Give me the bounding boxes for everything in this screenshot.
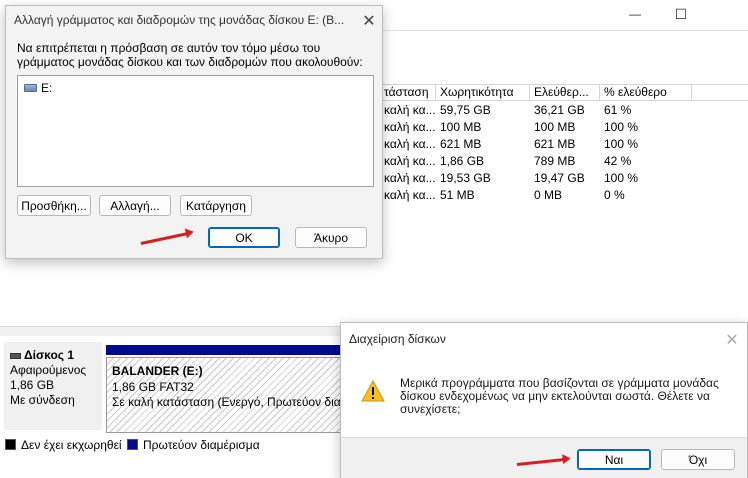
minimize-button[interactable]: — — [612, 0, 658, 28]
primary-partition-bar — [106, 345, 342, 355]
remove-button[interactable]: Κατάργηση — [180, 195, 252, 216]
partition-label: BALANDER (E:) — [112, 364, 203, 378]
cell-percent-free: 61 % — [604, 103, 632, 117]
cell-status: καλή κα... — [384, 154, 436, 168]
cell-capacity: 621 MB — [440, 137, 482, 151]
list-item[interactable]: E: — [24, 81, 52, 95]
maximize-button[interactable]: ☐ — [658, 0, 704, 28]
volume-table-header: τάσταση Χωρητικότητα Ελεύθερ... % ελεύθε… — [380, 84, 748, 101]
warning-icon — [361, 379, 385, 402]
cancel-button[interactable]: Άκυρο — [295, 227, 367, 248]
cell-free: 100 MB — [534, 120, 576, 134]
cell-capacity: 1,86 GB — [440, 154, 485, 168]
toolbar-divider — [380, 30, 748, 31]
table-row[interactable]: καλή κα... 19,53 GB 19,47 GB 100 % — [380, 170, 748, 187]
partition-block[interactable]: BALANDER (E:) 1,86 GB FAT32 Σε καλή κατά… — [106, 357, 348, 433]
disk-size: 1,86 GB — [10, 378, 55, 392]
minimize-icon: — — [629, 7, 641, 21]
cell-percent-free: 100 % — [604, 120, 639, 134]
disk-info-panel[interactable]: Δίσκος 1 Αφαιρούμενος 1,86 GB Με σύνδεση — [4, 342, 102, 430]
annotation-arrow — [140, 232, 189, 245]
legend-swatch-primary — [127, 439, 138, 450]
cell-status: καλή κα... — [384, 103, 436, 117]
disk-name: Δίσκος 1 — [10, 348, 74, 362]
legend-label-unallocated: Δεν έχει εκχωρηθεί — [21, 438, 122, 452]
column-header-status[interactable]: τάσταση — [380, 85, 436, 100]
table-row[interactable]: καλή κα... 621 MB 621 MB 100 % — [380, 136, 748, 153]
cell-free: 19,47 GB — [534, 171, 585, 185]
cell-percent-free: 0 % — [604, 188, 625, 202]
no-button[interactable]: Όχι — [661, 449, 735, 470]
add-button[interactable]: Προσθήκη... — [17, 195, 91, 216]
dialog-description: Να επιτρέπεται η πρόσβαση σε αυτόν τον τ… — [17, 41, 363, 69]
table-row[interactable]: καλή κα... 51 MB 0 MB 0 % — [380, 187, 748, 204]
change-button[interactable]: Αλλαγή... — [99, 195, 171, 216]
disk-status: Με σύνδεση — [10, 393, 75, 407]
legend-swatch-unallocated — [5, 439, 16, 450]
cell-capacity: 59,75 GB — [440, 103, 491, 117]
drive-letter: E: — [41, 81, 53, 95]
table-row[interactable]: καλή κα... 100 MB 100 MB 100 % — [380, 119, 748, 136]
disk-icon — [10, 352, 21, 359]
close-icon: ✕ — [362, 13, 376, 30]
yes-button[interactable]: Ναι — [577, 449, 651, 470]
cell-free: 0 MB — [534, 188, 563, 202]
close-button[interactable]: ✕ — [719, 327, 745, 353]
close-button[interactable]: ✕ — [356, 8, 382, 34]
disk-type: Αφαιρούμενος — [10, 363, 87, 377]
column-header-capacity[interactable]: Χωρητικότητα — [436, 85, 530, 100]
cell-free: 789 MB — [534, 154, 576, 168]
cell-percent-free: 42 % — [604, 154, 632, 168]
cell-capacity: 100 MB — [440, 120, 482, 134]
column-header-free[interactable]: Ελεύθερ... — [530, 85, 600, 100]
disk-name-label: Δίσκος 1 — [24, 348, 75, 362]
table-row[interactable]: καλή κα... 59,75 GB 36,21 GB 61 % — [380, 102, 748, 119]
cell-percent-free: 100 % — [604, 137, 639, 151]
cell-status: καλή κα... — [384, 171, 436, 185]
disk-management-confirm-dialog: Διαχείριση δίσκων ✕ Μερικά προγράμματα π… — [340, 322, 748, 478]
table-row[interactable]: καλή κα... 1,86 GB 789 MB 42 % — [380, 153, 748, 170]
drive-icon — [24, 84, 37, 92]
dialog-footer: Ναι Όχι — [341, 437, 747, 478]
cell-status: καλή κα... — [384, 137, 436, 151]
cell-status: καλή κα... — [384, 188, 436, 202]
partition-status: Σε καλή κατάσταση (Ενεργό, Πρωτεύον διαμ — [112, 395, 348, 409]
maximize-icon: ☐ — [674, 5, 688, 22]
column-header-percent-free[interactable]: % ελεύθερο — [600, 85, 692, 100]
partition-size-fs: 1,86 GB FAT32 — [112, 380, 194, 394]
cell-free: 621 MB — [534, 137, 576, 151]
cell-capacity: 51 MB — [440, 188, 475, 202]
dialog-title: Αλλαγή γράμματος και διαδρομών της μονάδ… — [14, 13, 345, 27]
dialog-title: Διαχείριση δίσκων — [349, 332, 446, 346]
dialog-message: Μερικά προγράμματα που βασίζονται σε γρά… — [400, 376, 719, 416]
change-drive-letter-dialog: Αλλαγή γράμματος και διαδρομών της μονάδ… — [5, 5, 383, 259]
close-icon: ✕ — [725, 332, 739, 349]
drive-path-list[interactable]: E: — [17, 75, 374, 187]
cell-free: 36,21 GB — [534, 103, 585, 117]
cell-capacity: 19,53 GB — [440, 171, 491, 185]
legend-label-primary: Πρωτεύον διαμέρισμα — [143, 438, 260, 452]
cell-percent-free: 100 % — [604, 171, 639, 185]
ok-button[interactable]: OK — [208, 227, 280, 248]
cell-status: καλή κα... — [384, 120, 436, 134]
